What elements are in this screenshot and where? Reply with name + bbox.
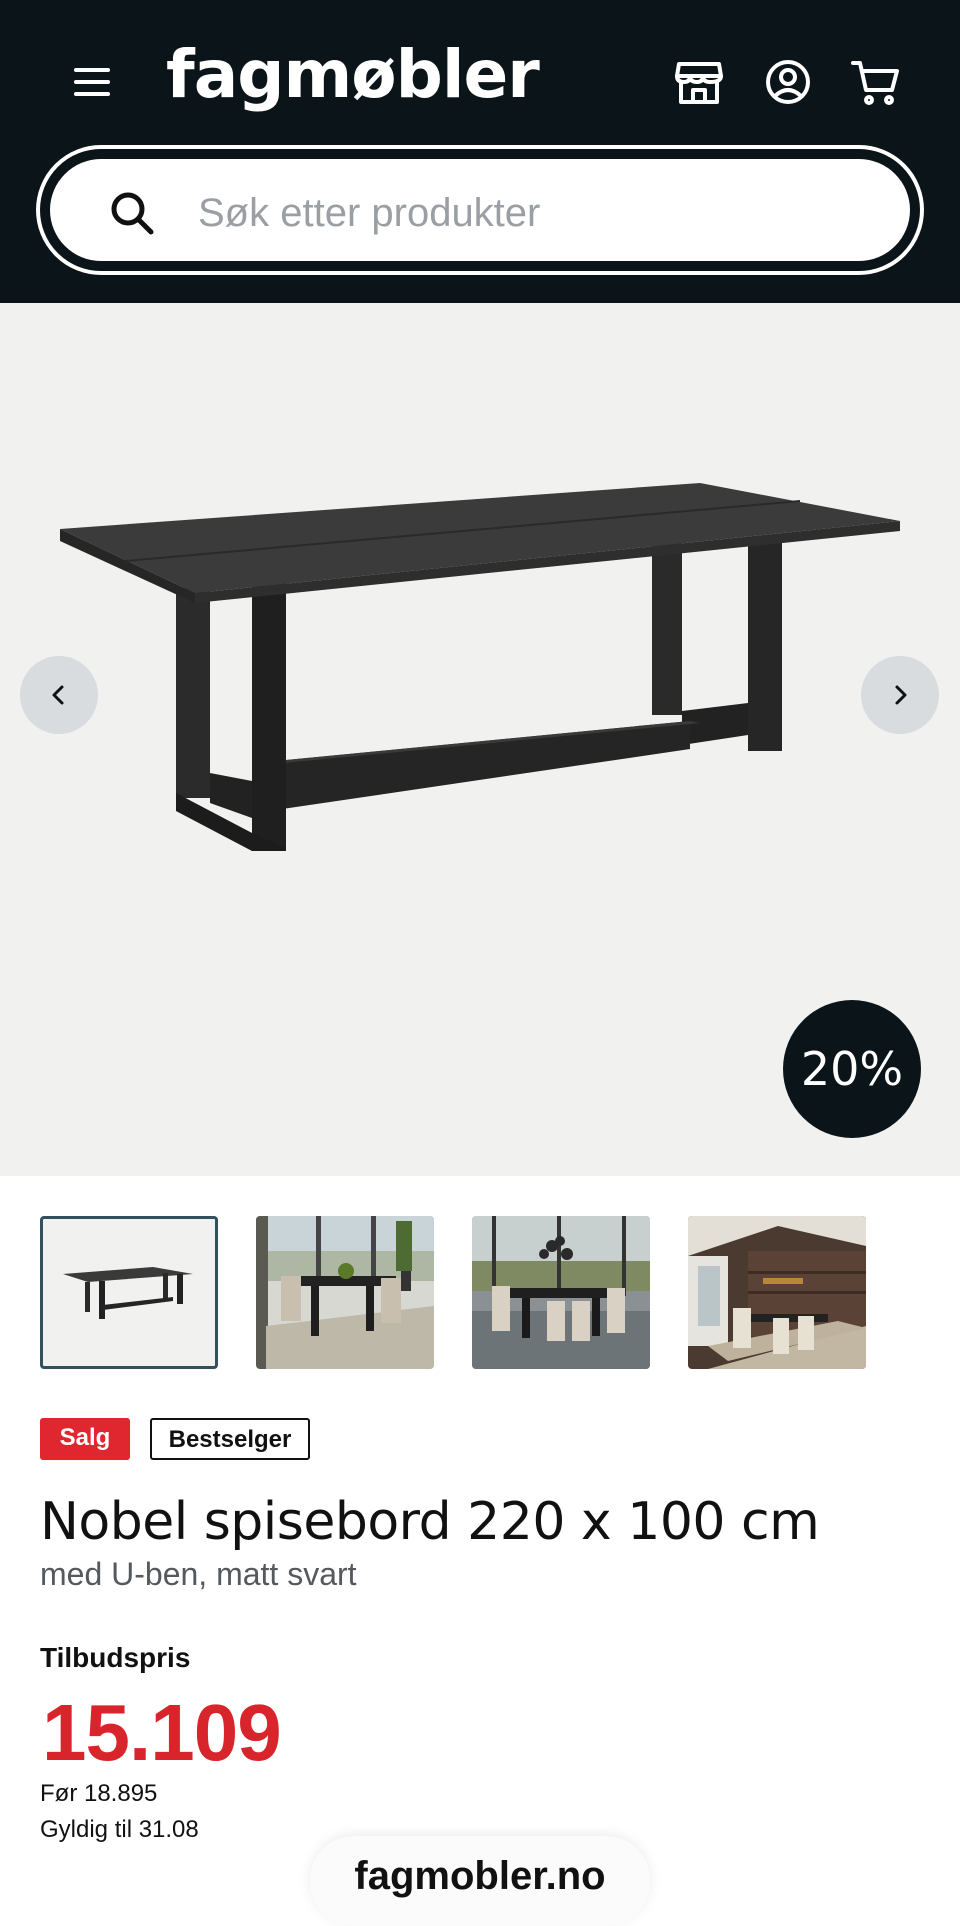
- chevron-right-icon: [895, 685, 907, 705]
- thumbnail-product-photo[interactable]: [40, 1216, 218, 1369]
- cart-icon[interactable]: [850, 56, 902, 108]
- chevron-left-icon: [52, 685, 64, 705]
- thumbnail-lakeside-dining-room[interactable]: [256, 1216, 434, 1369]
- product-title: Nobel spisebord 220 x 100 cm: [40, 1492, 820, 1552]
- menu-icon[interactable]: [72, 66, 116, 98]
- bestseller-tag: Bestselger: [150, 1418, 310, 1460]
- search-input[interactable]: [196, 177, 850, 249]
- site-header: fagmøbler: [0, 0, 960, 303]
- product-image-carousel: 20%: [0, 303, 960, 1176]
- previous-image-button[interactable]: [20, 656, 98, 734]
- offer-price: 15.109: [42, 1688, 282, 1777]
- search-icon: [108, 189, 156, 237]
- site-logo[interactable]: fagmøbler: [166, 30, 540, 120]
- search-bar: [36, 145, 924, 275]
- before-price: Før 18.895: [40, 1780, 158, 1807]
- browser-url-pill[interactable]: fagmobler.no: [310, 1836, 650, 1926]
- offer-valid-until: Gyldig til 31.08: [40, 1816, 199, 1843]
- sale-tag: Salg: [40, 1418, 130, 1460]
- price-label: Tilbudspris: [40, 1642, 191, 1673]
- discount-badge: 20%: [783, 1000, 921, 1138]
- account-icon[interactable]: [762, 56, 814, 108]
- next-image-button[interactable]: [861, 656, 939, 734]
- store-icon[interactable]: [673, 56, 725, 108]
- domain-label: fagmobler.no: [354, 1854, 606, 1898]
- product-subtitle: med U-ben, matt svart: [40, 1556, 357, 1592]
- search-field-container[interactable]: [50, 159, 910, 261]
- thumbnail-cabin-dining-room[interactable]: [688, 1216, 866, 1369]
- thumbnail-glass-wall-dining-room[interactable]: [472, 1216, 650, 1369]
